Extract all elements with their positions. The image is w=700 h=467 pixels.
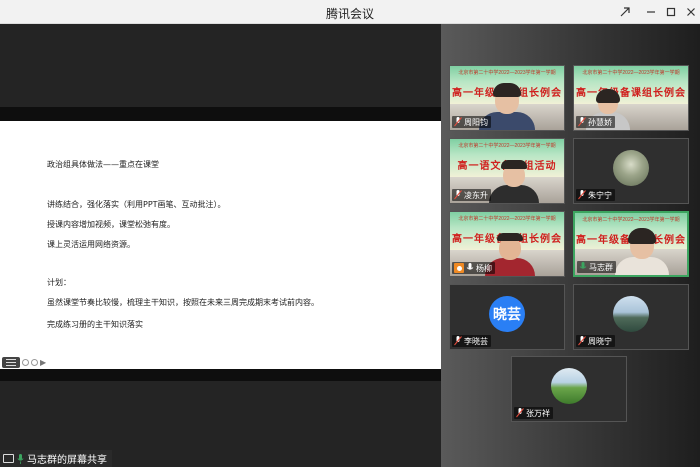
- participant-name-tag: 朱宁宁: [576, 189, 615, 201]
- avatar: [613, 296, 649, 332]
- participant-video: [488, 160, 539, 203]
- participant-name-tag: 马志群: [577, 261, 616, 273]
- participant-name-tag: 孙慧娇: [576, 116, 615, 128]
- shared-screen[interactable]: 政治组具体做法——重点在课堂 讲练结合，强化落实（利用PPT画笔、互动批注）。 …: [0, 24, 441, 467]
- video-tile-speaking[interactable]: 北京市第二十中学2022—2023学年第一学期 高一年级备课组长例会 马志群: [573, 211, 689, 277]
- participant-name-tag: 张万祥: [514, 407, 553, 419]
- video-tile[interactable]: 北京市第二十中学2022—2023学年第一学期 高一年级备课组长例会 杨柳: [449, 211, 565, 277]
- video-tile[interactable]: 晓芸 李晓芸: [449, 284, 565, 350]
- avatar: 晓芸: [489, 296, 525, 332]
- participant-name-tag: 周晓宁: [576, 335, 615, 347]
- video-tile[interactable]: 北京市第二十中学2022—2023学年第一学期 高一语文备课组活动 凌东升: [449, 138, 565, 204]
- doc-line: 授课内容增加视频，课堂松弛有度。: [47, 220, 175, 229]
- mic-muted-icon: [578, 336, 586, 346]
- participant-name: 马志群: [589, 262, 613, 272]
- close-button[interactable]: [682, 3, 700, 21]
- avatar: [613, 150, 649, 186]
- menu-icon[interactable]: [2, 356, 20, 368]
- participant-name: 孙慧娇: [588, 117, 612, 127]
- participant-name: 朱宁宁: [588, 190, 612, 200]
- doc-line: 虽然课堂节奏比较慢，梳理主干知识，按照在未来三周完成期末考试前内容。: [47, 298, 319, 307]
- mic-muted-icon: [578, 117, 586, 127]
- participant-name: 周晓宁: [588, 336, 612, 346]
- participant-name: 凌东升: [464, 190, 488, 200]
- mic-icon: [17, 453, 24, 464]
- participant-name-tag: 杨柳: [452, 262, 495, 274]
- maximize-button[interactable]: [662, 3, 680, 21]
- window-title: 腾讯会议: [325, 7, 374, 21]
- mic-icon: [466, 263, 474, 273]
- participant-name-tag: 凌东升: [452, 189, 491, 201]
- doc-line: 讲练结合，强化落实（利用PPT画笔、互动批注）。: [47, 200, 226, 209]
- video-tile[interactable]: 周晓宁: [573, 284, 689, 350]
- participant-name-tag: 李晓芸: [452, 335, 491, 347]
- participant-name-tag: 周阳钧: [452, 116, 491, 128]
- video-tile[interactable]: 北京市第二十中学2022—2023学年第一学期 高一年级备课组长例会 孙慧娇: [573, 65, 689, 131]
- pin-icon[interactable]: [616, 3, 634, 21]
- presenter-name: 马志群的屏幕共享: [27, 455, 107, 466]
- mic-muted-icon: [454, 117, 462, 127]
- user-icon: [454, 263, 464, 273]
- participant-name: 杨柳: [476, 263, 492, 273]
- arrow-right-icon[interactable]: ▶: [40, 358, 46, 367]
- participant-name: 李晓芸: [464, 336, 488, 346]
- mic-muted-icon: [516, 408, 524, 418]
- mic-icon: [579, 262, 587, 272]
- video-tile[interactable]: 北京市第二十中学2022—2023学年第一学期 高一年级备课组长例会 周阳钧: [449, 65, 565, 131]
- mic-muted-icon: [454, 190, 462, 200]
- doc-line: 计划：: [47, 278, 71, 287]
- shared-document: 政治组具体做法——重点在课堂 讲练结合，强化落实（利用PPT画笔、互动批注）。 …: [0, 121, 441, 369]
- participant-name: 张万祥: [526, 408, 550, 418]
- title-bar: 腾讯会议: [0, 0, 700, 24]
- doc-line: 课上灵活运用网络资源。: [47, 240, 135, 249]
- screen-share-label: 马志群的屏幕共享: [0, 450, 112, 467]
- participant-video: [615, 228, 670, 275]
- video-tile[interactable]: 张万祥: [511, 356, 627, 422]
- annotation-toolbar[interactable]: ▶: [2, 356, 46, 368]
- screen-share-icon: [3, 454, 14, 463]
- video-tile[interactable]: 朱宁宁: [573, 138, 689, 204]
- participant-name: 周阳钧: [464, 117, 488, 127]
- mic-muted-icon: [578, 190, 586, 200]
- minimize-button[interactable]: [642, 3, 660, 21]
- avatar: [551, 368, 587, 404]
- mic-muted-icon: [454, 336, 462, 346]
- doc-heading: 政治组具体做法——重点在课堂: [47, 160, 159, 169]
- doc-line: 完成练习册的主干知识落实: [47, 320, 143, 329]
- zoom-icon[interactable]: [22, 358, 29, 366]
- zoom-out-icon[interactable]: [31, 358, 38, 366]
